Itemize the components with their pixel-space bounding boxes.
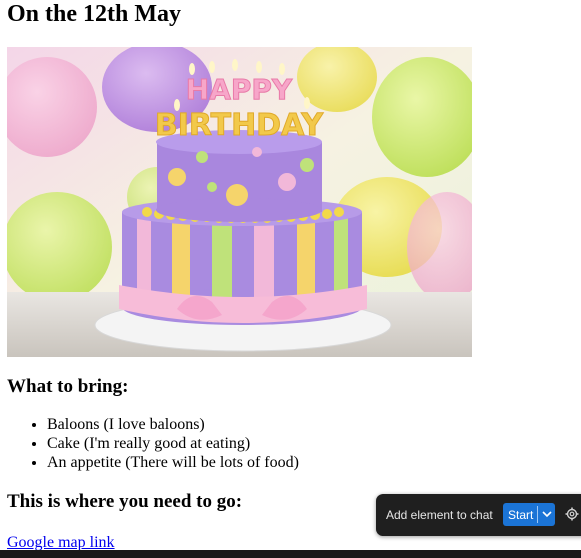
start-button-label: Start — [508, 508, 534, 522]
bring-list: Baloons (I love baloons) Cake (I'm reall… — [7, 415, 574, 472]
svg-text:BIRTHDAY: BIRTHDAY — [155, 108, 325, 143]
list-item: Cake (I'm really good at eating) — [47, 434, 574, 453]
toolbar-label: Add element to chat — [386, 508, 493, 522]
page-title: On the 12th May — [7, 1, 181, 27]
list-item: Baloons (I love baloons) — [47, 415, 574, 434]
chevron-down-icon[interactable] — [541, 507, 553, 524]
add-element-to-chat-toolbar: Add element to chat Start — [376, 494, 581, 536]
gear-icon[interactable] — [565, 507, 579, 526]
svg-text:HAPPY: HAPPY — [186, 73, 293, 106]
page-content: On the 12th May HAPPY BIRTHDAY What to b… — [0, 0, 581, 552]
button-divider — [537, 506, 538, 523]
list-item: An appetite (There will be lots of food) — [47, 453, 574, 472]
birthday-cake-image: HAPPY BIRTHDAY — [7, 47, 472, 357]
what-to-bring-heading: What to bring: — [7, 376, 129, 397]
bottom-bar — [0, 550, 581, 558]
start-button[interactable]: Start — [503, 503, 555, 526]
